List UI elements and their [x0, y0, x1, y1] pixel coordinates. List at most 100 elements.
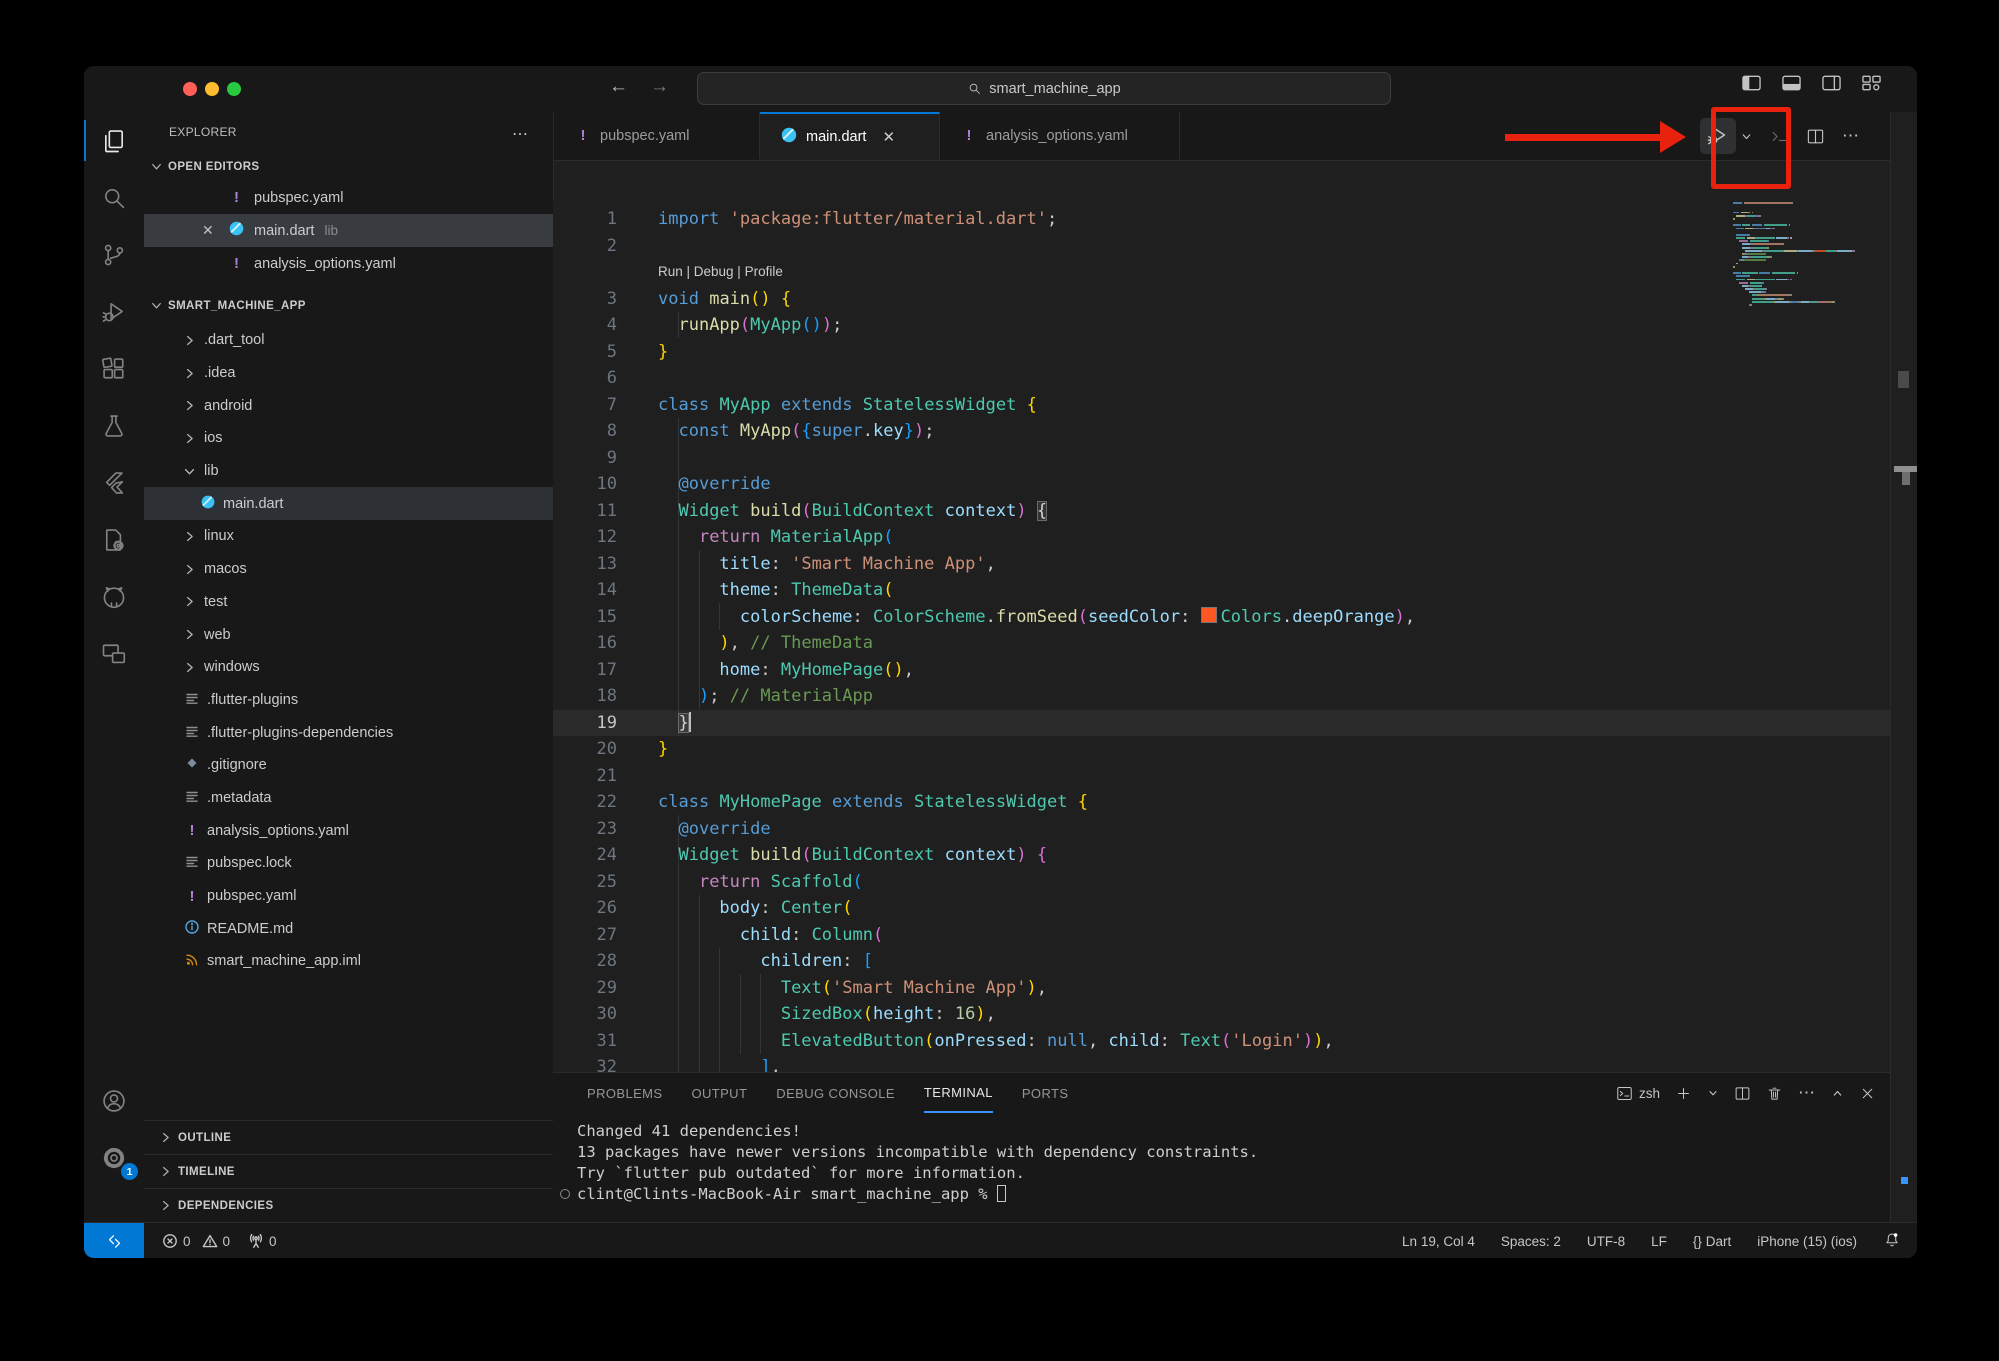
- back-icon[interactable]: ←: [609, 76, 628, 98]
- forward-icon[interactable]: →: [650, 76, 669, 98]
- command-center-search[interactable]: smart_machine_app: [697, 72, 1391, 105]
- tree-item-.flutter-plugins[interactable]: .flutter-plugins: [144, 684, 553, 717]
- chevron-right-icon: [182, 660, 197, 675]
- toggle-primary-sidebar-icon[interactable]: [1742, 75, 1761, 91]
- tree-item-pubspec.yaml[interactable]: !pubspec.yaml: [144, 880, 553, 913]
- tree-item-smart_machine_app.iml[interactable]: smart_machine_app.iml: [144, 945, 553, 978]
- open-editor-item[interactable]: !pubspec.yaml: [144, 181, 553, 214]
- panel-tab-terminal[interactable]: TERMINAL: [924, 1073, 993, 1113]
- panel-tab-output[interactable]: OUTPUT: [691, 1073, 747, 1113]
- tree-item-.gitignore[interactable]: .gitignore: [144, 749, 553, 782]
- open-editors-section-header[interactable]: OPEN EDITORS: [144, 152, 553, 181]
- new-terminal-icon[interactable]: [1675, 1085, 1692, 1102]
- tree-item-main.dart[interactable]: main.dart: [144, 487, 553, 520]
- editor-more-actions-icon[interactable]: ⋯: [1842, 126, 1860, 146]
- open-editor-item[interactable]: ✕main.dartlib: [144, 214, 553, 247]
- toggle-secondary-sidebar-icon[interactable]: [1822, 75, 1841, 91]
- tab-main.dart[interactable]: main.dart✕: [760, 112, 940, 160]
- tree-item-test[interactable]: test: [144, 586, 553, 619]
- accounts-icon[interactable]: [84, 1072, 144, 1129]
- scrollbar-rail[interactable]: [1890, 112, 1917, 1222]
- tab-analysis_options.yaml[interactable]: !analysis_options.yaml: [940, 112, 1180, 159]
- tree-item-.idea[interactable]: .idea: [144, 357, 553, 390]
- zoom-window-button[interactable]: [227, 82, 241, 96]
- status-item-spaces-2[interactable]: Spaces: 2: [1501, 1234, 1561, 1249]
- kill-terminal-trash-icon[interactable]: [1766, 1085, 1783, 1102]
- close-window-button[interactable]: [183, 82, 197, 96]
- code-line: 1import 'package:flutter/material.dart';: [553, 206, 1890, 233]
- panel-tab-debug-console[interactable]: DEBUG CONSOLE: [776, 1073, 895, 1113]
- tree-item-README.md[interactable]: README.md: [144, 912, 553, 945]
- tree-item-.dart_tool[interactable]: .dart_tool: [144, 324, 553, 357]
- activity-item-search[interactable]: [84, 169, 144, 226]
- tree-item-ios[interactable]: ios: [144, 422, 553, 455]
- code-line: 3void main() {: [553, 286, 1890, 313]
- codelens-run-debug-profile[interactable]: Run | Debug | Profile: [658, 259, 783, 286]
- open-editor-item[interactable]: !analysis_options.yaml: [144, 247, 553, 280]
- activity-item-flutter[interactable]: [84, 454, 144, 511]
- split-terminal-icon[interactable]: [1734, 1085, 1751, 1102]
- tree-item-web[interactable]: web: [144, 618, 553, 651]
- tree-item-macos[interactable]: macos: [144, 553, 553, 586]
- settings-gear-icon[interactable]: 1: [84, 1129, 144, 1186]
- terminal-dropdown-chevron-icon[interactable]: [1707, 1087, 1719, 1099]
- tab-pubspec.yaml[interactable]: !pubspec.yaml: [553, 112, 760, 159]
- code-editor[interactable]: 1import 'package:flutter/material.dart';…: [553, 200, 1890, 1072]
- line-number: 6: [553, 365, 617, 392]
- tree-item-windows[interactable]: windows: [144, 651, 553, 684]
- problems-status[interactable]: 0 0: [162, 1233, 230, 1249]
- ports-status[interactable]: 0: [248, 1233, 277, 1249]
- panel-more-actions-icon[interactable]: ⋯: [1798, 1083, 1816, 1103]
- tree-item-.flutter-plugins-dependencies[interactable]: .flutter-plugins-dependencies: [144, 716, 553, 749]
- tree-item-linux[interactable]: linux: [144, 520, 553, 553]
- status-item-ln-19-col-4[interactable]: Ln 19, Col 4: [1402, 1234, 1475, 1249]
- remote-indicator[interactable]: [84, 1223, 144, 1258]
- close-icon[interactable]: ✕: [202, 222, 220, 239]
- activity-item-run-and-debug[interactable]: [84, 283, 144, 340]
- list-icon: [184, 853, 200, 873]
- sidebar-section-dependencies[interactable]: DEPENDENCIES: [144, 1188, 553, 1222]
- terminal-content[interactable]: Changed 41 dependencies!13 packages have…: [553, 1121, 1890, 1205]
- tree-item-analysis_options.yaml[interactable]: !analysis_options.yaml: [144, 814, 553, 847]
- close-panel-icon[interactable]: [1859, 1085, 1876, 1102]
- tree-item-pubspec.lock[interactable]: pubspec.lock: [144, 847, 553, 880]
- status-item--dart[interactable]: {} Dart: [1693, 1234, 1731, 1249]
- command-decoration[interactable]: [560, 1189, 570, 1199]
- activity-item-github[interactable]: [84, 568, 144, 625]
- explorer-more-actions-icon[interactable]: ⋯: [512, 124, 529, 144]
- maximize-panel-chevron-icon[interactable]: [1831, 1087, 1844, 1100]
- tree-item-.metadata[interactable]: .metadata: [144, 782, 553, 815]
- line-number: 16: [553, 630, 617, 657]
- split-editor-icon[interactable]: [1806, 127, 1825, 146]
- settings-badge: 1: [121, 1163, 138, 1180]
- chevron-right-icon: [182, 562, 197, 577]
- activity-item-testing[interactable]: [84, 397, 144, 454]
- activity-item-remote-explorer[interactable]: [84, 625, 144, 682]
- activity-item-explorer[interactable]: [84, 112, 144, 169]
- terminal-output-line: Changed 41 dependencies!: [553, 1121, 1890, 1142]
- panel-tab-problems[interactable]: PROBLEMS: [587, 1073, 662, 1113]
- line-number: 25: [553, 869, 617, 896]
- status-item-iphone-15-ios-[interactable]: iPhone (15) (ios): [1757, 1234, 1857, 1249]
- minimap[interactable]: [1733, 202, 1863, 307]
- terminal-shell-selector[interactable]: zsh: [1616, 1085, 1660, 1102]
- activity-item-project-settings[interactable]: [84, 511, 144, 568]
- tree-item-lib[interactable]: lib: [144, 455, 553, 488]
- customize-layout-icon[interactable]: [1862, 75, 1881, 91]
- sidebar-section-outline[interactable]: OUTLINE: [144, 1120, 553, 1154]
- notifications-bell-icon[interactable]: [1883, 1231, 1901, 1252]
- scrollbar-thumb[interactable]: [1898, 371, 1909, 388]
- status-item-lf[interactable]: LF: [1651, 1234, 1667, 1249]
- status-item-utf-8[interactable]: UTF-8: [1587, 1234, 1625, 1249]
- panel-tab-ports[interactable]: PORTS: [1022, 1073, 1069, 1113]
- activity-item-extensions[interactable]: [84, 340, 144, 397]
- line-number: 7: [553, 392, 617, 419]
- activity-item-source-control[interactable]: [84, 226, 144, 283]
- tree-item-android[interactable]: android: [144, 389, 553, 422]
- dart-icon: [200, 494, 216, 514]
- toggle-panel-icon[interactable]: [1782, 75, 1801, 91]
- close-tab-icon[interactable]: ✕: [882, 128, 895, 146]
- project-section-header[interactable]: SMART_MACHINE_APP: [144, 291, 553, 320]
- sidebar-section-timeline[interactable]: TIMELINE: [144, 1154, 553, 1188]
- minimize-window-button[interactable]: [205, 82, 219, 96]
